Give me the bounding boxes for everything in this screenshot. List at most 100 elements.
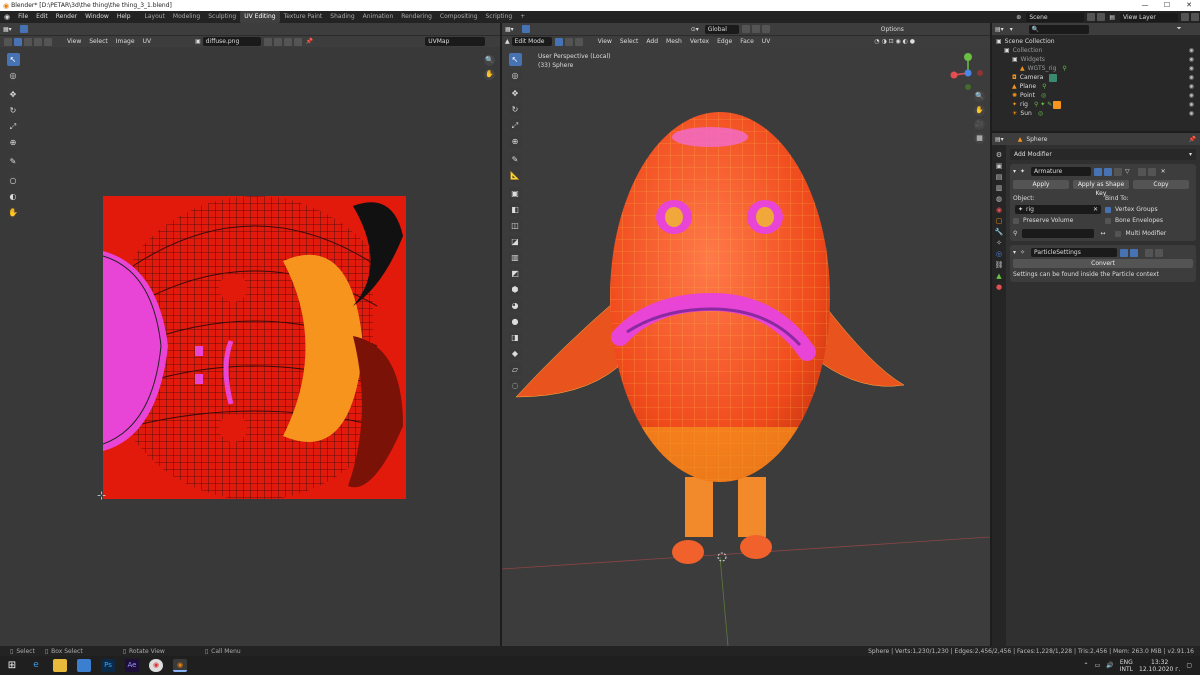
visibility-eye-icon[interactable]: ◉	[1189, 74, 1194, 81]
relax-tool-icon[interactable]: ◐	[6, 190, 20, 203]
move-up-icon[interactable]	[1137, 167, 1146, 176]
visibility-eye-icon[interactable]: ◉	[1189, 92, 1194, 99]
outliner-row-collection[interactable]: ▣ Collection ◉	[992, 46, 1200, 55]
3d-scene[interactable]	[502, 47, 990, 646]
outliner-row-point[interactable]: ✺ Point ◎ ◉	[992, 91, 1200, 100]
orientation-field[interactable]: Global	[704, 24, 739, 34]
uv-map-field[interactable]: UVMap	[425, 37, 486, 46]
viewport-shading-icons[interactable]: ◔ ◑ ⊡ ◉ ◐ ●	[874, 38, 915, 45]
view-layer-delete-icon[interactable]	[1191, 13, 1199, 21]
viewport-menu-mesh[interactable]: Mesh	[662, 38, 686, 45]
image-fake-user-icon[interactable]	[263, 37, 272, 46]
bone-envelopes-checkbox[interactable]: Bone Envelopes	[1105, 215, 1193, 226]
cursor-tool-icon[interactable]: ◎	[6, 69, 20, 82]
scene-delete-icon[interactable]	[1097, 13, 1106, 21]
annotate-tool-icon[interactable]: ✎	[6, 155, 20, 168]
outliner-row-scene-collection[interactable]: ▣ Scene Collection	[992, 37, 1200, 46]
add-modifier-dropdown[interactable]: Add Modifier ▾	[1010, 149, 1196, 160]
tab-scripting[interactable]: Scripting	[482, 11, 517, 23]
physics-tab-icon[interactable]: ◎	[996, 250, 1002, 258]
transform-tool-icon[interactable]: ⊕	[6, 136, 20, 149]
move-down-icon[interactable]	[1147, 167, 1156, 176]
editor-type-icon[interactable]: ▦▾	[3, 26, 12, 33]
pin-icon[interactable]: 📌	[306, 38, 313, 45]
island-select-icon[interactable]	[44, 37, 52, 46]
render-toggle-icon[interactable]	[1114, 167, 1123, 176]
menu-edit[interactable]: Edit	[32, 11, 52, 23]
visibility-eye-icon[interactable]: ◉	[1189, 83, 1194, 90]
maximize-button[interactable]: ☐	[1156, 0, 1178, 11]
select-tool-icon[interactable]	[521, 25, 530, 33]
file-explorer-icon[interactable]	[53, 659, 67, 672]
object-field[interactable]: ✦ rig ✕	[1013, 204, 1105, 215]
outliner-row-rig[interactable]: ✦ rig ⚲ ✦ ✎ ◉	[992, 100, 1200, 109]
viewport-toggle-icon[interactable]	[1120, 248, 1129, 257]
blender-menu-icon[interactable]: ◉	[0, 13, 14, 21]
chevron-down-icon[interactable]: ▾	[1013, 249, 1016, 256]
move-tool-icon[interactable]: ✥	[6, 88, 20, 101]
object-tab-icon[interactable]: ▢	[996, 217, 1003, 225]
tab-modeling[interactable]: Modeling	[169, 11, 204, 23]
viewport-menu-face[interactable]: Face	[736, 38, 758, 45]
pin-icon[interactable]: 📌	[1189, 136, 1196, 143]
editor-type-icon[interactable]: ▤▾	[995, 136, 1004, 143]
tab-layout[interactable]: Layout	[141, 11, 169, 23]
menu-help[interactable]: Help	[113, 11, 135, 23]
uv-texture-image[interactable]	[103, 196, 406, 499]
viewport-menu-view[interactable]: View	[594, 38, 616, 45]
select-box-tool-icon[interactable]: ↖	[6, 53, 20, 66]
face-mode-icon[interactable]	[574, 37, 583, 46]
filter-icon[interactable]: ⏷	[1177, 25, 1182, 33]
uv-menu-image[interactable]: Image	[112, 38, 139, 45]
close-button[interactable]: ✕	[1178, 0, 1200, 11]
view-layer-field[interactable]: View Layer	[1120, 12, 1178, 22]
pinch-tool-icon[interactable]: ✋	[6, 206, 20, 219]
render-tab-icon[interactable]: ▣	[996, 162, 1003, 170]
image-name-field[interactable]: diffuse.png	[202, 37, 261, 46]
visibility-eye-icon[interactable]: ◉	[1189, 56, 1194, 63]
language-indicator[interactable]: ENG INTL	[1120, 659, 1133, 673]
chevron-down-icon[interactable]: ▾	[1013, 168, 1016, 175]
options-label[interactable]: Options	[881, 26, 904, 33]
sync-selection-icon[interactable]	[4, 37, 12, 46]
edge-select-icon[interactable]	[24, 37, 32, 46]
invert-icon[interactable]: ↔	[1100, 230, 1105, 237]
convert-button[interactable]: Convert	[1013, 259, 1193, 268]
edge-browser-icon[interactable]: e	[29, 659, 43, 672]
outliner-row-wgts-rig[interactable]: ▲ WGTS_rig ⚲ ◉	[992, 64, 1200, 73]
move-up-icon[interactable]	[1145, 248, 1154, 257]
particle-modifier-name[interactable]: ParticleSettings	[1031, 248, 1118, 257]
tray-chevron-icon[interactable]: ⌃	[1084, 662, 1089, 669]
scale-tool-icon[interactable]: ⤢	[6, 120, 20, 133]
viewport-menu-vertex[interactable]: Vertex	[686, 38, 713, 45]
image-open-icon[interactable]	[283, 37, 292, 46]
visibility-eye-icon[interactable]: ◉	[1189, 110, 1194, 117]
blender-taskbar-icon[interactable]: ◉	[173, 659, 187, 672]
vertex-groups-checkbox[interactable]: Vertex Groups	[1105, 204, 1193, 215]
visibility-eye-icon[interactable]: ◉	[1189, 101, 1194, 108]
clock[interactable]: 13:32 12.10.2020 г.	[1139, 659, 1180, 673]
viewport-menu-add[interactable]: Add	[642, 38, 662, 45]
view-layer-new-icon[interactable]	[1181, 13, 1189, 21]
viewport-toggle-icon[interactable]	[1104, 167, 1113, 176]
clear-icon[interactable]: ✕	[1093, 205, 1098, 214]
uv-menu-view[interactable]: View	[63, 38, 85, 45]
network-icon[interactable]: ▭	[1095, 662, 1101, 669]
preserve-volume-checkbox[interactable]: Preserve Volume	[1013, 215, 1105, 226]
tab-uv-editing[interactable]: UV Editing	[240, 11, 280, 23]
proportional-edit-icon[interactable]	[751, 25, 760, 33]
material-tab-icon[interactable]: ●	[996, 283, 1002, 291]
photoshop-icon[interactable]: Ps	[101, 659, 115, 672]
outliner-search-input[interactable]: 🔍	[1028, 24, 1089, 34]
edge-mode-icon[interactable]	[564, 37, 573, 46]
multi-modifier-checkbox[interactable]	[1115, 230, 1122, 237]
visibility-eye-icon[interactable]: ◉	[1189, 47, 1194, 54]
viewport-menu-edge[interactable]: Edge	[713, 38, 736, 45]
output-tab-icon[interactable]: ▤	[996, 173, 1003, 181]
armature-modifier-name[interactable]: Armature	[1031, 167, 1092, 176]
visibility-eye-icon[interactable]: ◉	[1189, 65, 1194, 72]
on-cage-icon[interactable]: ▽	[1125, 168, 1130, 175]
grab-tool-icon[interactable]: ○	[6, 174, 20, 187]
constraints-tab-icon[interactable]: ⛓	[995, 261, 1004, 269]
vertex-group-field[interactable]	[1022, 229, 1095, 238]
